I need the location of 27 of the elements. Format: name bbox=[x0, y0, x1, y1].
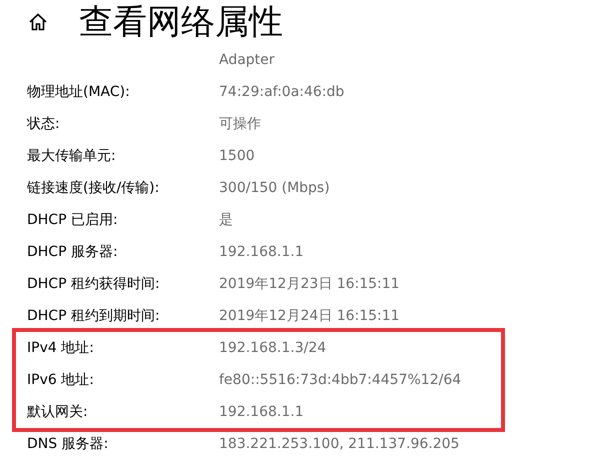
property-value: 74:29:af:0a:46:db bbox=[219, 84, 344, 100]
property-value: 是 bbox=[219, 211, 233, 229]
property-label: 默认网关: bbox=[27, 403, 89, 421]
property-value: 300/150 (Mbps) bbox=[219, 180, 330, 196]
adapter-name: Adapter bbox=[219, 52, 275, 68]
property-label: DHCP 租约到期时间: bbox=[27, 307, 161, 325]
property-value: 192.168.1.1 bbox=[219, 404, 304, 420]
property-value: 1500 bbox=[219, 148, 255, 164]
property-value: 2019年12月24日 16:15:11 bbox=[219, 307, 400, 325]
property-value: 192.168.1.1 bbox=[219, 244, 304, 260]
property-label: 物理地址(MAC): bbox=[27, 83, 131, 101]
property-label: 最大传输单元: bbox=[27, 147, 117, 165]
property-value: 可操作 bbox=[219, 115, 261, 133]
property-label: DHCP 租约获得时间: bbox=[27, 275, 161, 293]
property-value: 183.221.253.100, 211.137.96.205 bbox=[219, 436, 460, 452]
property-label: 链接速度(接收/传输): bbox=[27, 179, 160, 197]
property-label: IPv6 地址: bbox=[27, 371, 95, 389]
property-value: 192.168.1.3/24 bbox=[219, 340, 326, 356]
property-label: DHCP 服务器: bbox=[27, 243, 119, 261]
page-title: 查看网络属性 bbox=[79, 1, 283, 44]
home-icon[interactable] bbox=[28, 12, 48, 32]
property-value: 2019年12月23日 16:15:11 bbox=[219, 275, 400, 293]
property-value: fe80::5516:73d:4bb7:4457%12/64 bbox=[219, 372, 462, 388]
property-label: IPv4 地址: bbox=[27, 339, 95, 357]
property-label: 状态: bbox=[27, 115, 61, 133]
property-label: DNS 服务器: bbox=[27, 435, 110, 453]
property-label: DHCP 已启用: bbox=[27, 211, 119, 229]
